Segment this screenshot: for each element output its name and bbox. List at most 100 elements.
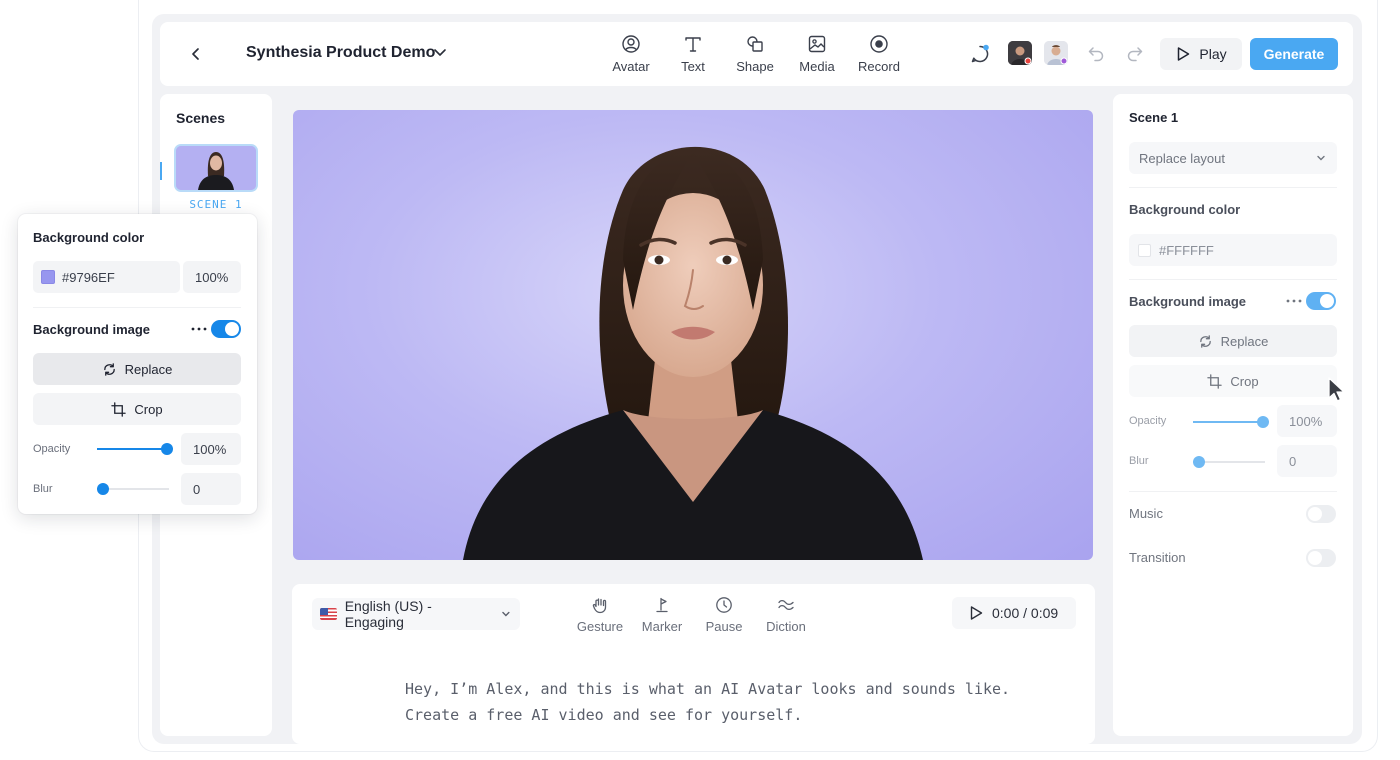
script-tool-label: Marker bbox=[641, 619, 683, 634]
tool-label: Record bbox=[858, 59, 900, 74]
popover-bg-color-value: #9796EF bbox=[62, 269, 115, 285]
music-label: Music bbox=[1129, 506, 1163, 521]
tool-shape[interactable]: Shape bbox=[724, 34, 786, 74]
music-toggle[interactable] bbox=[1306, 505, 1336, 523]
script-tool-label: Diction bbox=[766, 619, 806, 634]
crop-icon bbox=[1207, 373, 1223, 389]
bg-color-value: #FFFFFF bbox=[1159, 242, 1214, 258]
collaborator-avatar[interactable] bbox=[1008, 41, 1032, 65]
redo-button[interactable] bbox=[1124, 42, 1146, 64]
script-line: Create a free AI video and see for yours… bbox=[405, 706, 803, 724]
generate-button[interactable]: Generate bbox=[1250, 38, 1338, 70]
chevron-down-icon bbox=[502, 611, 510, 617]
replace-image-button[interactable]: Replace bbox=[1129, 325, 1337, 357]
bg-color-label: Background color bbox=[1129, 202, 1241, 217]
scene-label: SCENE 1 bbox=[189, 198, 243, 211]
person-avatar-icon bbox=[1044, 41, 1068, 65]
popover-blur-label: Blur bbox=[33, 483, 53, 495]
play-icon[interactable] bbox=[968, 605, 984, 621]
preview-time[interactable]: 0:00 / 0:09 bbox=[952, 597, 1076, 629]
project-title[interactable]: Synthesia Product Demo bbox=[246, 44, 435, 62]
replace-label: Replace bbox=[1220, 333, 1269, 349]
play-button[interactable]: Play bbox=[1160, 38, 1242, 70]
scene-thumbnail[interactable] bbox=[174, 144, 258, 192]
color-swatch[interactable] bbox=[1138, 243, 1151, 257]
popover-blur-slider-handle[interactable] bbox=[97, 483, 109, 495]
collaborator-avatar[interactable] bbox=[1044, 41, 1068, 65]
popover-crop-button[interactable]: Crop bbox=[33, 393, 241, 425]
active-scene-indicator bbox=[160, 162, 162, 180]
transition-toggle[interactable] bbox=[1306, 549, 1336, 567]
popover-more-options-button[interactable] bbox=[190, 322, 208, 336]
scenes-title: Scenes bbox=[176, 110, 226, 126]
person-avatar-icon bbox=[1008, 41, 1032, 65]
voice-select[interactable]: English (US) - Engaging bbox=[312, 598, 520, 630]
opacity-input[interactable]: 100% bbox=[1277, 405, 1337, 437]
comments-button[interactable] bbox=[968, 42, 992, 66]
popover-replace-button[interactable]: Replace bbox=[33, 353, 241, 385]
color-swatch[interactable] bbox=[41, 270, 55, 284]
time-readout: 0:00 / 0:09 bbox=[992, 605, 1059, 621]
script-tool-label: Pause bbox=[705, 619, 743, 634]
popover-bg-image-toggle[interactable] bbox=[211, 320, 241, 338]
diction-icon bbox=[778, 599, 794, 611]
crop-icon bbox=[111, 401, 127, 417]
layout-select[interactable]: Replace layout bbox=[1129, 142, 1337, 174]
script-tool-diction[interactable]: Diction bbox=[751, 596, 821, 634]
mouse-cursor-icon bbox=[1328, 377, 1345, 402]
popover-opacity-input[interactable]: 100% bbox=[181, 433, 241, 465]
popover-bg-image-label: Background image bbox=[33, 322, 151, 337]
comment-icon bbox=[971, 44, 989, 63]
crop-label: Crop bbox=[1230, 373, 1259, 389]
script-line: Hey, I’m Alex, and this is what an AI Av… bbox=[405, 680, 1011, 698]
divider bbox=[1129, 187, 1337, 188]
popover-opacity-label: Opacity bbox=[33, 443, 71, 455]
script-tool-gesture[interactable]: Gesture bbox=[565, 596, 635, 634]
refresh-icon bbox=[1199, 334, 1211, 348]
opacity-slider-handle[interactable] bbox=[1257, 416, 1269, 428]
opacity-slider-fill bbox=[1193, 421, 1263, 423]
blur-slider-handle[interactable] bbox=[1193, 456, 1205, 468]
bg-image-toggle[interactable] bbox=[1306, 292, 1336, 310]
undo-icon bbox=[1088, 47, 1104, 62]
blur-label: Blur bbox=[1129, 455, 1149, 467]
tool-label: Avatar bbox=[612, 59, 650, 74]
divider bbox=[1129, 279, 1337, 280]
tool-label: Shape bbox=[736, 59, 774, 74]
us-flag-icon bbox=[320, 608, 337, 620]
media-icon bbox=[808, 35, 826, 53]
script-tool-pause[interactable]: Pause bbox=[689, 596, 759, 634]
layout-select-value: Replace layout bbox=[1139, 150, 1225, 166]
popover-bg-color-opacity[interactable]: 100% bbox=[183, 261, 241, 293]
script-tool-label: Gesture bbox=[576, 619, 624, 634]
bg-color-input[interactable]: #FFFFFF bbox=[1129, 234, 1337, 266]
blur-input[interactable]: 0 bbox=[1277, 445, 1337, 477]
undo-button[interactable] bbox=[1085, 42, 1107, 64]
popover-blur-input[interactable]: 0 bbox=[181, 473, 241, 505]
more-options-button[interactable] bbox=[1285, 294, 1303, 308]
script-editor[interactable]: Hey, I’m Alex, and this is what an AI Av… bbox=[405, 676, 1065, 728]
avatar-icon bbox=[622, 35, 640, 53]
avatar-thumbnail-image bbox=[176, 146, 256, 190]
script-tool-marker[interactable]: Marker bbox=[627, 596, 697, 634]
tool-avatar[interactable]: Avatar bbox=[600, 34, 662, 74]
clock-icon bbox=[716, 597, 732, 613]
tool-record[interactable]: Record bbox=[848, 34, 910, 74]
voice-select-value: English (US) - Engaging bbox=[344, 598, 432, 630]
crop-image-button[interactable]: Crop bbox=[1129, 365, 1337, 397]
tool-media[interactable]: Media bbox=[786, 34, 848, 74]
shape-icon bbox=[747, 36, 763, 52]
play-label: Play bbox=[1199, 46, 1227, 62]
video-canvas[interactable] bbox=[293, 110, 1093, 560]
refresh-icon bbox=[103, 362, 115, 376]
popover-bg-color-input[interactable]: #9796EF bbox=[33, 261, 180, 293]
ai-avatar-image[interactable] bbox=[293, 110, 1093, 560]
popover-bg-color-label: Background color bbox=[33, 230, 145, 245]
back-button[interactable] bbox=[184, 42, 208, 66]
chevron-down-icon[interactable] bbox=[432, 44, 448, 60]
more-horizontal-icon bbox=[1286, 299, 1302, 303]
divider bbox=[1129, 491, 1337, 492]
tool-text[interactable]: Text bbox=[662, 34, 724, 74]
more-horizontal-icon bbox=[191, 327, 207, 331]
popover-opacity-slider-handle[interactable] bbox=[161, 443, 173, 455]
